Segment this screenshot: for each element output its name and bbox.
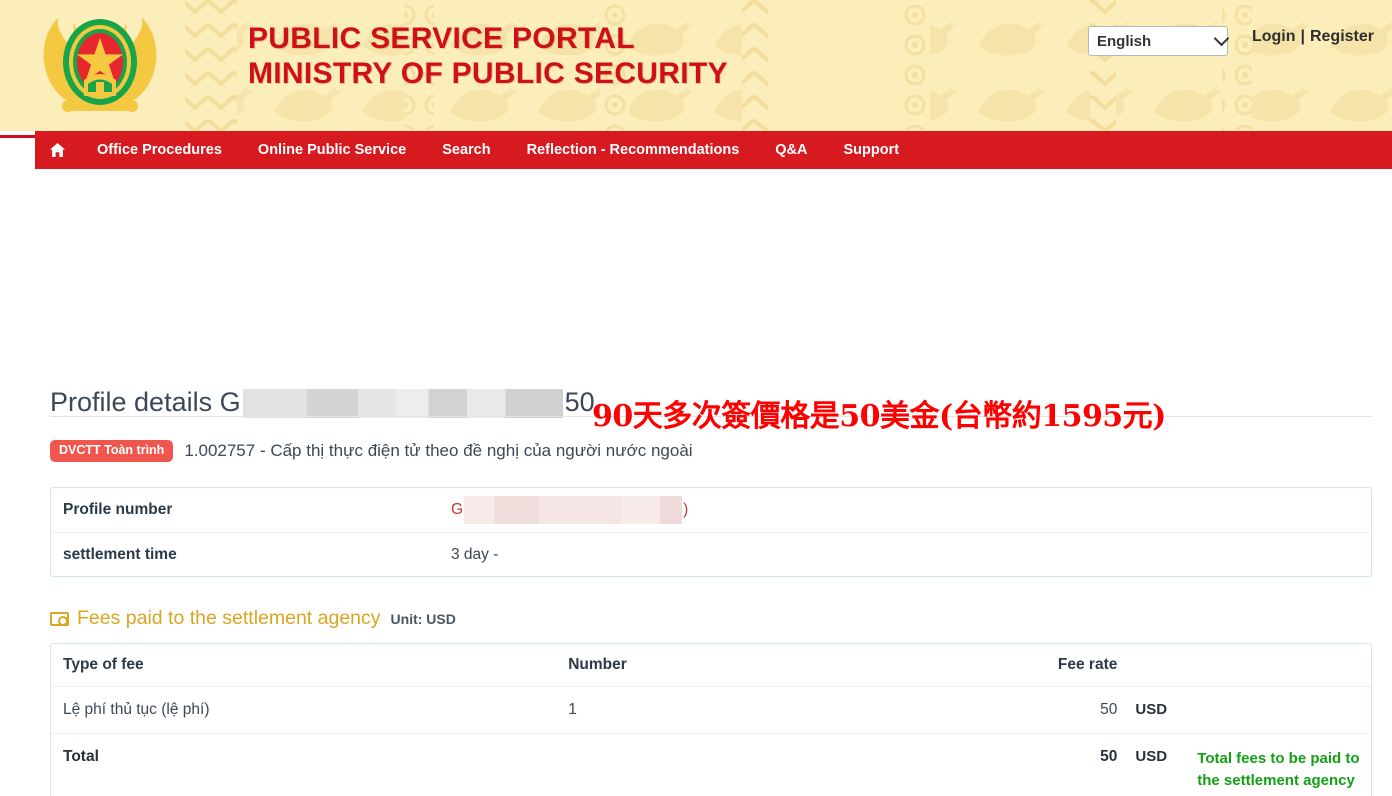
col-header-number: Number [568,656,627,673]
nav-item-reflection-recommendations[interactable]: Reflection - Recommendations [509,131,758,169]
portal-title-line1: PUBLIC SERVICE PORTAL [248,22,635,55]
main-navigation: Office Procedures Online Public Service … [35,131,1392,169]
register-link[interactable]: Register [1310,28,1374,45]
redacted-profile-id-block [242,389,563,419]
fee-amount: 50 [1100,701,1118,718]
fee-type: Total [63,748,99,765]
portal-title-line2: MINISTRY OF PUBLIC SECURITY [248,57,728,90]
redacted-profile-number-block [464,496,683,524]
nav-item-support[interactable]: Support [826,131,918,169]
home-icon[interactable] [35,131,79,169]
fees-unit-label: Unit: USD [390,610,456,627]
fees-table: Type of fee Number Fee rate Lệ phí thủ t… [50,643,1372,796]
fee-type: Lệ phí thủ tục (lệ phí) [63,701,210,718]
procedure-line: DVCTT Toàn trình 1.002757 - Cấp thị thực… [50,440,693,462]
nav-item-office-procedures[interactable]: Office Procedures [79,131,240,169]
nav-left-accent-line [0,135,36,138]
col-header-fee-rate: Fee rate [1057,656,1118,673]
language-select[interactable]: EnglishTiếng Việt [1088,26,1228,56]
fees-section-title: Fees paid to the settlement agency [77,607,381,629]
fees-section-heading: Fees paid to the settlement agency Unit:… [50,607,456,630]
table-row: Profile number G) [51,488,1371,532]
table-row: settlement time 3 day - [51,532,1371,576]
fee-note: Total fees to be paid to the settlement … [1197,750,1360,789]
fee-currency: USD [1135,701,1168,718]
site-header: PUBLIC SERVICE PORTAL MINISTRY OF PUBLIC… [0,0,1392,131]
profile-number-value: G) [451,496,688,524]
fee-number [568,734,997,762]
portal-title: PUBLIC SERVICE PORTAL MINISTRY OF PUBLIC… [248,21,728,91]
table-row: Total 50 USD Total fees to be paid to th… [51,733,1371,796]
fee-currency: USD [1135,748,1168,765]
procedure-name: 1.002757 - Cấp thị thực điện tử theo đề … [184,440,693,460]
fee-number: 1 [568,701,577,718]
col-header-type-of-fee: Type of fee [63,656,144,673]
settlement-time-value: 3 day - [451,545,499,563]
settlement-time-label: settlement time [63,545,177,563]
profile-number-prefix: G [451,501,464,519]
auth-separator: | [1300,28,1305,45]
nav-item-search[interactable]: Search [424,131,508,169]
profile-info-table: Profile number G) settlement time 3 day … [50,487,1372,577]
profile-number-label: Profile number [63,501,173,518]
auth-links: Login | Register [1252,28,1374,46]
money-icon [50,611,69,626]
page-title: Profile details G 50 [50,387,595,419]
fee-note [1197,687,1371,715]
login-link[interactable]: Login [1252,28,1296,45]
col-header-currency [1117,644,1197,668]
main-navigation-wrapper: Office Procedures Online Public Service … [0,131,1392,171]
profile-number-suffix: ) [683,501,689,519]
price-annotation-overlay: 90天多次簽價格是50美金(台幣約1595元) [592,399,1166,434]
fee-amount: 50 [1100,748,1118,765]
table-row: Lệ phí thủ tục (lệ phí) 1 50 USD [51,686,1371,733]
page-title-suffix: 50 [564,387,595,418]
nav-item-qa[interactable]: Q&A [757,131,825,169]
vietnam-public-security-emblem-icon [43,18,157,112]
page-title-prefix: Profile details G [50,387,241,418]
col-header-note [1197,644,1371,668]
nav-item-online-public-service[interactable]: Online Public Service [240,131,424,169]
fees-table-header-row: Type of fee Number Fee rate [51,644,1371,686]
status-badge: DVCTT Toàn trình [50,440,174,462]
